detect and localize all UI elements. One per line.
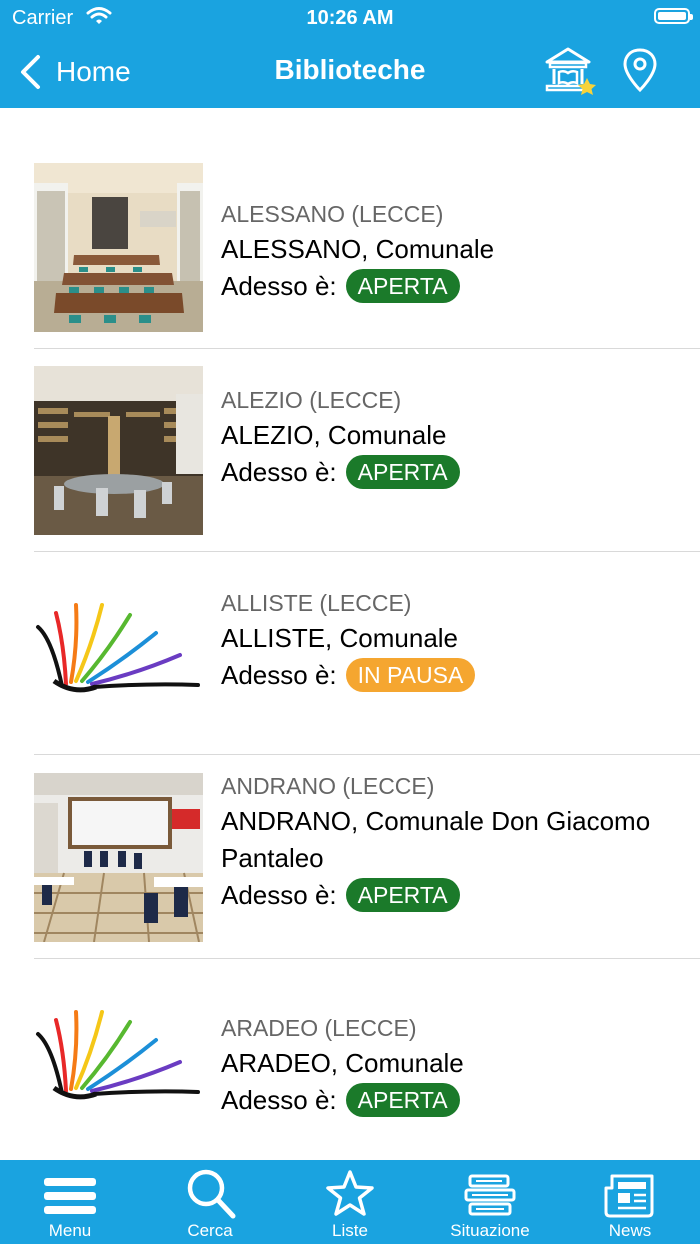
tab-label: Situazione (450, 1221, 530, 1240)
map-button[interactable] (620, 46, 660, 98)
tab-menu[interactable]: Menu (0, 1160, 140, 1244)
tab-bar: Menu Cerca Liste Situazione News (0, 1160, 700, 1244)
library-name: ARADEO, Comunale (221, 1048, 464, 1078)
newspaper-icon (604, 1174, 654, 1218)
list-item[interactable]: ALLISTE (LECCE) ALLISTE, Comunale Adesso… (0, 552, 700, 755)
battery-icon (654, 8, 693, 24)
status-badge: APERTA (345, 1083, 460, 1117)
tab-news[interactable]: News (560, 1160, 700, 1244)
library-status: Adesso è: APERTA (221, 1082, 681, 1118)
status-prefix: Adesso è: (221, 1085, 337, 1115)
library-name: ALESSANO, Comunale (221, 234, 495, 264)
list-item[interactable]: ALEZIO (LECCE) ALEZIO, Comunale Adesso è… (0, 349, 700, 552)
status-badge: APERTA (345, 878, 460, 912)
search-icon (187, 1169, 236, 1219)
status-badge: APERTA (345, 455, 460, 489)
library-location: ALEZIO (LECCE) (221, 387, 402, 413)
tab-cerca[interactable]: Cerca (140, 1160, 280, 1244)
library-photo (34, 163, 203, 332)
library-name: ANDRANO, Comunale Don Giacomo Pantaleo (221, 806, 651, 873)
library-status: Adesso è: APERTA (221, 877, 681, 913)
list-item[interactable]: ARADEO (LECCE) ARADEO, Comunale Adesso è… (0, 959, 700, 1162)
favorite-libraries-button[interactable] (544, 46, 600, 98)
rainbow-book-logo (34, 976, 203, 1145)
status-prefix: Adesso è: (221, 880, 337, 910)
library-photo (34, 366, 203, 535)
library-name: ALEZIO, Comunale (221, 420, 447, 450)
tab-label: Cerca (187, 1221, 233, 1240)
library-status: Adesso è: IN PAUSA (221, 657, 681, 693)
library-location: ANDRANO (LECCE) (221, 773, 435, 799)
status-prefix: Adesso è: (221, 660, 337, 690)
status-badge: IN PAUSA (345, 658, 476, 692)
tab-liste[interactable]: Liste (280, 1160, 420, 1244)
tab-label: Menu (48, 1221, 92, 1240)
list-item[interactable]: ALESSANO (LECCE) ALESSANO, Comunale Ades… (0, 163, 700, 349)
rainbow-book-logo (34, 569, 203, 738)
star-icon (326, 1170, 374, 1216)
library-name: ALLISTE, Comunale (221, 623, 459, 653)
list-item[interactable]: ANDRANO (LECCE) ANDRANO, Comunale Don Gi… (0, 755, 700, 959)
status-prefix: Adesso è: (221, 271, 337, 301)
library-location: ALLISTE (LECCE) (221, 590, 412, 616)
library-status: Adesso è: APERTA (221, 454, 681, 490)
books-stack-icon (464, 1174, 516, 1216)
library-location: ARADEO (LECCE) (221, 1015, 417, 1041)
hamburger-icon (44, 1178, 96, 1214)
tab-label: Liste (332, 1221, 368, 1240)
map-pin-icon (623, 48, 657, 93)
clock: 10:26 AM (306, 7, 394, 29)
status-bar: Carrier 10:26 AM (0, 0, 700, 36)
tab-label: News (608, 1221, 652, 1240)
library-status: Adesso è: APERTA (221, 268, 681, 304)
status-prefix: Adesso è: (221, 457, 337, 487)
library-photo (34, 773, 203, 942)
library-star-icon (545, 47, 596, 95)
navigation-bar: Home Biblioteche (0, 36, 700, 108)
library-location: ALESSANO (LECCE) (221, 201, 444, 227)
tab-situazione[interactable]: Situazione (420, 1160, 560, 1244)
status-badge: APERTA (345, 269, 460, 303)
